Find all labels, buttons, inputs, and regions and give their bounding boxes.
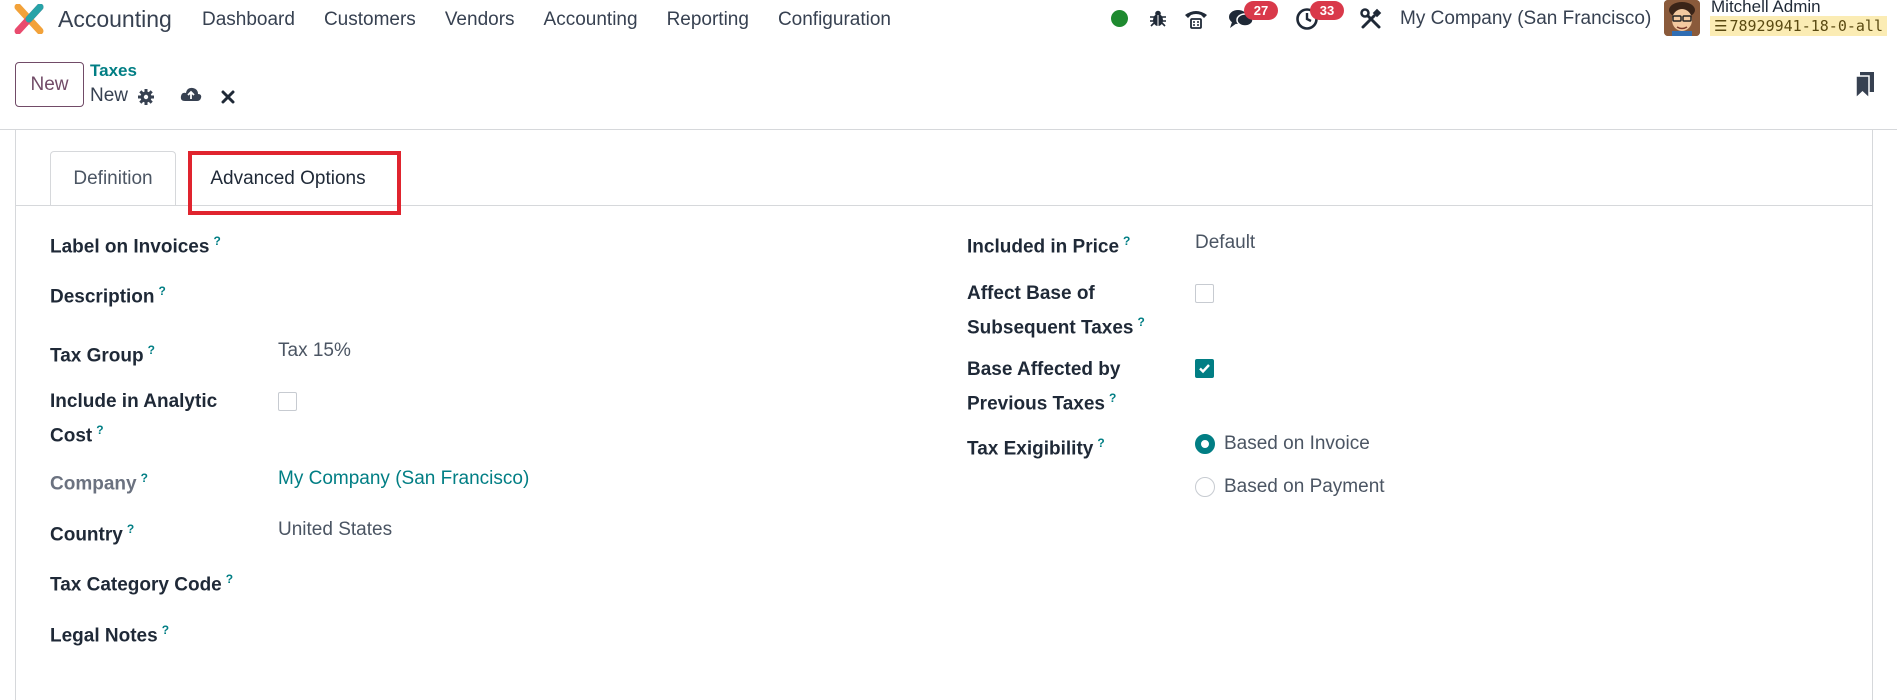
include-analytic-cost-checkbox[interactable]: [278, 392, 297, 411]
tax-category-code-label: Tax Category Code?: [50, 572, 234, 596]
country-label: Country?: [50, 522, 135, 546]
company-label: Company?: [50, 471, 148, 495]
debug-bug-icon[interactable]: [1145, 6, 1171, 32]
base-affected-previous-checkbox[interactable]: [1195, 359, 1214, 378]
database-icon: ☰: [1714, 17, 1728, 35]
tax-exigibility-label: Tax Exigibility?: [967, 436, 1105, 460]
new-button[interactable]: New: [15, 62, 84, 107]
help-tooltip-icon: ?: [225, 572, 234, 586]
description-label: Description?: [50, 284, 166, 308]
breadcrumb-taxes[interactable]: Taxes: [90, 61, 137, 81]
top-navbar: Accounting Dashboard Customers Vendors A…: [0, 0, 1897, 38]
tab-definition[interactable]: Definition: [50, 151, 176, 206]
company-field[interactable]: My Company (San Francisco): [278, 464, 529, 493]
help-tooltip-icon: ?: [158, 284, 166, 298]
save-cloud-icon[interactable]: [180, 84, 202, 106]
radio-based-on-invoice[interactable]: [1195, 434, 1215, 454]
checkmark-icon: [1199, 364, 1210, 374]
tools-icon[interactable]: [1358, 6, 1384, 32]
base-affected-previous-label: Base Affected by Previous Taxes?: [967, 359, 1121, 415]
menu-item-vendors[interactable]: Vendors: [445, 9, 515, 31]
gear-icon[interactable]: [135, 86, 157, 108]
form-sheet: Definition Advanced Options Label on Inv…: [15, 130, 1873, 700]
database-name: 78929941-18-0-all: [1729, 17, 1883, 35]
menu-item-dashboard[interactable]: Dashboard: [202, 9, 295, 31]
notebook-tabs: Definition Advanced Options: [16, 151, 1872, 206]
help-tooltip-icon: ?: [1137, 315, 1145, 329]
included-in-price-label: Included in Price?: [967, 234, 1131, 258]
tax-group-field[interactable]: Tax 15%: [278, 336, 351, 365]
help-tooltip-icon: ?: [147, 343, 155, 357]
help-tooltip-icon: ?: [96, 423, 104, 437]
help-tooltip-icon: ?: [126, 522, 135, 536]
record-name: New: [90, 85, 129, 106]
menu-item-configuration[interactable]: Configuration: [778, 9, 891, 31]
activities-count-badge: 33: [1310, 1, 1344, 20]
help-tooltip-icon: ?: [161, 623, 170, 637]
user-avatar[interactable]: [1664, 0, 1700, 36]
tab-advanced-options[interactable]: Advanced Options: [178, 151, 398, 206]
affect-base-subsequent-label: Affect Base of Subsequent Taxes?: [967, 283, 1145, 339]
tax-group-label: Tax Group?: [50, 343, 155, 367]
control-panel: New Taxes New: [0, 38, 1897, 130]
label-on-invoices-label: Label on Invoices?: [50, 234, 221, 258]
menu-item-reporting[interactable]: Reporting: [667, 9, 749, 31]
help-tooltip-icon: ?: [1097, 436, 1105, 450]
help-tooltip-icon: ?: [1109, 391, 1117, 405]
phone-icon[interactable]: [1183, 6, 1209, 32]
company-switcher[interactable]: My Company (San Francisco): [1400, 8, 1651, 30]
legal-notes-label: Legal Notes?: [50, 623, 170, 647]
bookmark-icon[interactable]: [1854, 71, 1876, 99]
user-name[interactable]: Mitchell Admin: [1711, 0, 1821, 17]
country-field[interactable]: United States: [278, 515, 392, 544]
app-name[interactable]: Accounting: [58, 6, 172, 33]
main-menu: Dashboard Customers Vendors Accounting R…: [202, 9, 920, 31]
included-in-price-field[interactable]: Default: [1195, 228, 1255, 257]
radio-label-based-on-invoice[interactable]: Based on Invoice: [1224, 429, 1370, 458]
affect-base-subsequent-checkbox[interactable]: [1195, 284, 1214, 303]
discard-close-icon[interactable]: [217, 86, 239, 108]
database-badge: ☰ 78929941-18-0-all: [1710, 16, 1887, 36]
help-tooltip-icon: ?: [140, 471, 148, 485]
menu-item-accounting[interactable]: Accounting: [544, 9, 638, 31]
radio-based-on-payment[interactable]: [1195, 477, 1215, 497]
help-tooltip-icon: ?: [213, 234, 221, 248]
include-analytic-cost-label: Include in Analytic Cost?: [50, 391, 218, 447]
radio-label-based-on-payment[interactable]: Based on Payment: [1224, 472, 1385, 501]
menu-item-customers[interactable]: Customers: [324, 9, 416, 31]
messages-count-badge: 27: [1244, 1, 1278, 20]
help-tooltip-icon: ?: [1123, 234, 1131, 248]
presence-status-icon[interactable]: [1111, 10, 1128, 27]
accounting-app-icon[interactable]: [14, 4, 44, 34]
